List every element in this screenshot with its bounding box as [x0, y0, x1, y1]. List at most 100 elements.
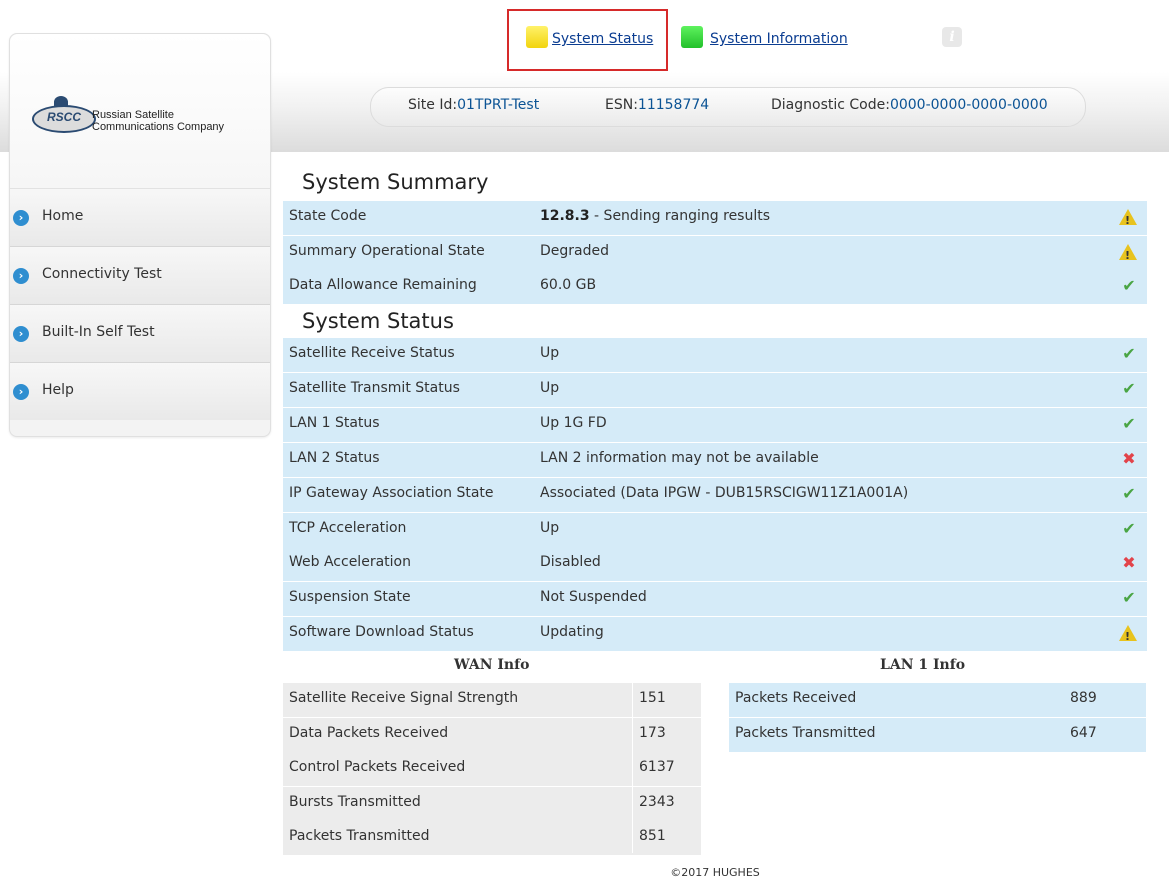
chevron-right-icon: ›	[13, 384, 29, 400]
status-row: Satellite Receive Status Up ✔	[283, 338, 1147, 372]
status-row-value: Updating	[540, 624, 604, 641]
check-icon: ✔	[1122, 518, 1136, 538]
check-icon: ✔	[1122, 413, 1136, 433]
wan-info-value: 151	[639, 690, 666, 706]
esn: ESN:11158774	[605, 97, 709, 113]
lan-info-label: Packets Received	[735, 690, 857, 706]
summary-row: Summary Operational State Degraded	[283, 235, 1147, 270]
status-row-label: Web Acceleration	[289, 554, 411, 571]
status-row-label: Satellite Transmit Status	[289, 379, 460, 396]
status-row-value: Up 1G FD	[540, 414, 607, 431]
info-icon[interactable]: i	[942, 27, 962, 47]
system-summary-title: System Summary	[302, 170, 489, 194]
lan-info-label: Packets Transmitted	[735, 724, 876, 741]
diagnostic-code: Diagnostic Code:0000-0000-0000-0000	[771, 97, 1048, 113]
diagnostic-code-value: 0000-0000-0000-0000	[889, 97, 1048, 113]
status-row: LAN 1 Status Up 1G FD ✔	[283, 407, 1147, 442]
status-row-label: IP Gateway Association State	[289, 484, 494, 501]
system-status-icon	[526, 26, 548, 48]
status-row-label: Software Download Status	[289, 624, 474, 641]
lan-info-title: LAN 1 Info	[880, 657, 966, 673]
wan-info-label: Packets Transmitted	[289, 828, 430, 844]
sidebar-item-connectivity-test[interactable]: › Connectivity Test	[10, 247, 270, 305]
logo-mark-text: RSCC	[46, 110, 81, 124]
lan-info-row: Packets Received 889	[729, 683, 1146, 717]
summary-row-text: 60.0 GB	[540, 277, 597, 293]
status-row-label: LAN 2 Status	[289, 449, 380, 466]
wan-info-title: WAN Info	[454, 657, 530, 673]
logo-line-1: Russian Satellite	[92, 109, 174, 121]
warning-icon	[1119, 209, 1137, 231]
state-code-value: 12.8.3	[540, 208, 590, 224]
logo-line-2: Communications Company	[92, 121, 225, 133]
warning-icon	[1119, 243, 1137, 266]
wan-info-row: Packets Transmitted 851	[283, 821, 701, 855]
system-status-title: System Status	[302, 309, 454, 333]
check-icon: ✔	[1122, 588, 1136, 608]
status-row: Suspension State Not Suspended ✔	[283, 582, 1147, 617]
chevron-right-icon: ›	[13, 268, 29, 284]
status-row: Software Download Status Updating	[283, 617, 1147, 652]
summary-row: Data Allowance Remaining 60.0 GB ✔	[283, 270, 1147, 304]
chevron-right-icon: ›	[13, 210, 29, 226]
summary-row-text: - Sending ranging results	[589, 208, 771, 224]
esn-value: 11158774	[637, 97, 710, 113]
wan-info-value: 6137	[639, 759, 675, 775]
status-row-value: Not Suspended	[540, 589, 647, 606]
check-icon: ✔	[1122, 276, 1136, 295]
wan-info-label: Satellite Receive Signal Strength	[289, 690, 519, 706]
tab-system-information[interactable]: System Information	[710, 31, 848, 47]
lan-info-row: Packets Transmitted 647	[729, 717, 1146, 752]
status-row: IP Gateway Association State Associated (…	[283, 477, 1147, 512]
sidebar-item-label: Built-In Self Test	[42, 324, 155, 340]
summary-row: State Code 12.8.3 - Sending ranging resul…	[283, 201, 1147, 235]
status-row-label: TCP Acceleration	[289, 519, 407, 536]
cross-icon: ✖	[1122, 448, 1136, 468]
summary-row-text: Degraded	[540, 242, 610, 259]
status-row-value: Up	[540, 345, 560, 361]
summary-row-label: Summary Operational State	[289, 242, 485, 259]
sidebar-item-label: Home	[42, 208, 84, 224]
site-id: Site Id:01TPRT-Test	[408, 97, 539, 113]
wan-info-row: Satellite Receive Signal Strength 151	[283, 683, 701, 717]
diagnostic-code-label: Diagnostic Code:	[771, 97, 890, 113]
wan-column-divider	[632, 683, 633, 853]
lan-info-value: 647	[1070, 724, 1097, 741]
status-row: Satellite Transmit Status Up ✔	[283, 372, 1147, 407]
status-row-label: Satellite Receive Status	[289, 345, 455, 361]
status-row-value: Disabled	[540, 554, 601, 571]
sidebar-item-label: Help	[42, 382, 74, 398]
status-row-value: Associated (Data IPGW - DUB15RSCIGW11Z1A…	[540, 484, 909, 501]
wan-info-value: 2343	[639, 793, 675, 810]
tab-system-status[interactable]: System Status	[552, 31, 653, 47]
summary-row-value: Degraded	[540, 243, 609, 259]
check-icon: ✔	[1122, 344, 1136, 363]
status-row: Web Acceleration Disabled ✖	[283, 547, 1147, 582]
summary-row-value: 12.8.3 - Sending ranging results	[540, 208, 770, 224]
wan-info-value: 173	[639, 724, 666, 741]
logo-text: Russian Satellite Communications Company	[92, 109, 224, 133]
status-row-label: Suspension State	[289, 589, 411, 606]
status-row-value: Up	[540, 379, 560, 396]
cross-icon: ✖	[1122, 553, 1136, 573]
wan-info-label: Data Packets Received	[289, 724, 449, 741]
site-id-value: 01TPRT-Test	[457, 97, 540, 113]
sidebar-item-help[interactable]: › Help	[10, 363, 270, 420]
wan-info-row: Bursts Transmitted 2343	[283, 786, 701, 821]
sidebar-item-home[interactable]: › Home	[10, 189, 270, 247]
esn-label: ESN:	[605, 97, 638, 113]
lan-info-value: 889	[1070, 690, 1097, 706]
logo: RSCC Russian Satellite Communications Co…	[10, 34, 270, 189]
sidebar-item-label: Connectivity Test	[42, 266, 162, 282]
system-information-icon	[681, 26, 703, 48]
status-row-value: Up	[540, 519, 560, 536]
wan-info-value: 851	[639, 828, 666, 844]
summary-row-label: Data Allowance Remaining	[289, 277, 477, 293]
wan-info-label: Bursts Transmitted	[289, 793, 421, 810]
status-row-label: LAN 1 Status	[289, 414, 380, 431]
wan-info-row: Control Packets Received 6137	[283, 752, 701, 786]
site-id-label: Site Id:	[408, 97, 458, 113]
check-icon: ✔	[1122, 378, 1136, 398]
sidebar-item-built-in-self-test[interactable]: › Built-In Self Test	[10, 305, 270, 363]
site-info-bar: Site Id:01TPRT-Test ESN:11158774 Diagnos…	[370, 87, 1086, 127]
